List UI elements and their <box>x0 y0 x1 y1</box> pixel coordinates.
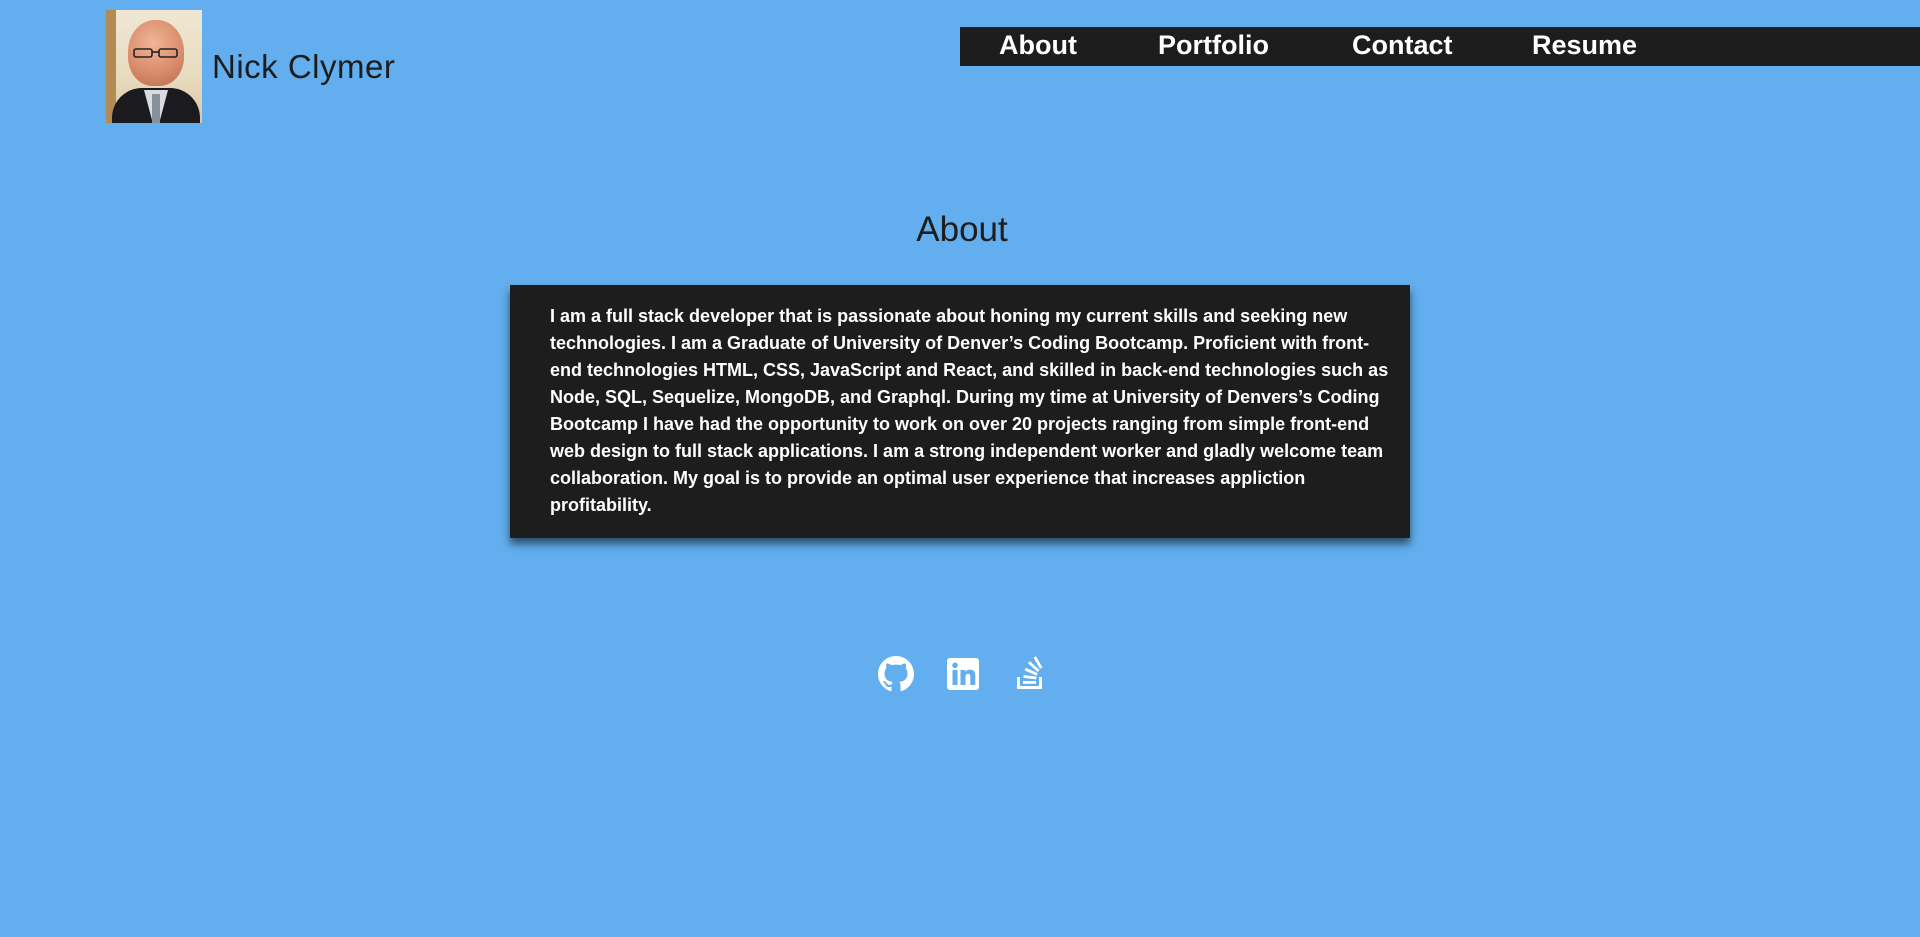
about-card: I am a full stack developer that is pass… <box>510 285 1410 538</box>
page-title: About <box>916 210 1008 249</box>
about-text: I am a full stack developer that is pass… <box>550 306 1389 515</box>
brand: Nick Clymer <box>106 10 395 123</box>
linkedin-icon[interactable] <box>945 656 981 692</box>
social-links <box>878 656 1048 692</box>
nav-about-link[interactable]: About <box>999 30 1077 61</box>
nav-contact-link[interactable]: Contact <box>1352 30 1453 61</box>
avatar <box>106 10 202 123</box>
nav-resume-link[interactable]: Resume <box>1532 30 1637 61</box>
github-icon[interactable] <box>878 656 914 692</box>
nav-portfolio-link[interactable]: Portfolio <box>1158 30 1269 61</box>
main-nav: About Portfolio Contact Resume <box>960 27 1920 66</box>
stackoverflow-icon[interactable] <box>1012 656 1048 692</box>
site-owner-name: Nick Clymer <box>212 47 396 85</box>
